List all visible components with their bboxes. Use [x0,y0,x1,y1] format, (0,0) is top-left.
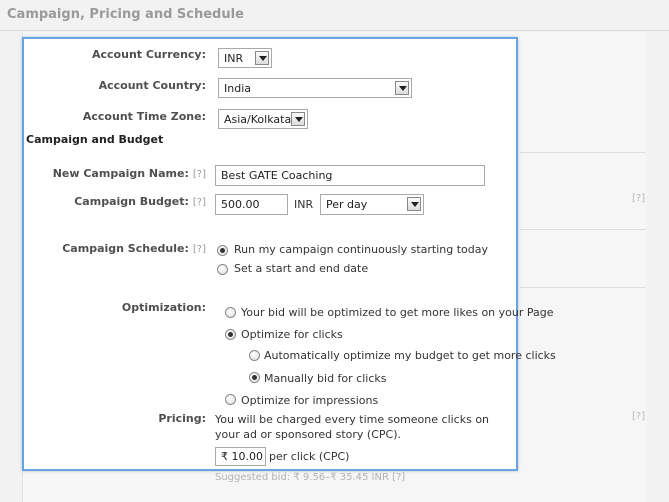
schedule-dates-radio[interactable] [217,264,228,275]
campaign-budget-label-text: Campaign Budget: [74,195,189,208]
campaign-name-label: New Campaign Name: [?] [24,167,206,180]
divider [520,229,646,230]
account-timezone-value: Asia/Kolkata [224,113,292,126]
account-country-label: Account Country: [98,79,206,92]
help-icon[interactable]: [?] [193,169,206,180]
account-currency-label: Account Currency: [92,48,206,61]
suggested-bid: Suggested bid: ₹ 9.56–₹ 35.45 INR [?] [215,472,406,483]
account-country-value: India [224,82,251,95]
page-title: Campaign, Pricing and Schedule [7,7,244,22]
help-icon[interactable]: [?] [193,197,206,208]
optimize-impressions-label[interactable]: Optimize for impressions [241,394,378,407]
optimize-impressions-radio[interactable] [225,394,236,405]
account-currency-select[interactable]: INR [218,48,272,68]
page-header: Campaign, Pricing and Schedule [0,0,669,31]
help-icon[interactable]: [?] [632,193,645,204]
campaign-budget-label: Campaign Budget: [?] [24,195,206,208]
section-title-campaign-budget: Campaign and Budget [26,133,164,146]
optimize-clicks-label[interactable]: Optimize for clicks [241,328,343,341]
account-timezone-select[interactable]: Asia/Kolkata [218,109,308,129]
optimize-likes-radio[interactable] [225,307,236,318]
schedule-continuous-label[interactable]: Run my campaign continuously starting to… [234,243,488,256]
auto-optimize-radio[interactable] [249,350,260,361]
schedule-continuous-radio[interactable] [217,245,228,256]
campaign-settings-dialog: Account Currency: INR Account Country: I… [22,37,556,471]
account-country-select[interactable]: India [218,78,412,98]
divider [520,287,646,288]
bid-unit: per click (CPC) [269,450,350,463]
help-icon[interactable]: [?] [193,244,206,255]
account-currency-value: INR [224,52,244,65]
schedule-dates-label[interactable]: Set a start and end date [234,262,368,275]
pricing-description: You will be charged every time someone c… [215,413,490,441]
optimization-label: Optimization: [121,301,206,314]
campaign-schedule-label-text: Campaign Schedule: [62,242,189,255]
campaign-budget-input[interactable]: 500.00 [215,194,288,215]
pricing-label: Pricing: [158,412,206,425]
budget-period-select[interactable]: Per day [320,194,424,215]
chevron-down-icon [407,197,421,211]
help-icon[interactable]: [?] [632,411,645,422]
bid-amount-input[interactable]: ₹ 10.00 [215,447,266,466]
chevron-down-icon [255,51,269,65]
optimize-likes-label[interactable]: Your bid will be optimized to get more l… [241,306,554,319]
campaign-name-label-text: New Campaign Name: [52,167,189,180]
campaign-schedule-label: Campaign Schedule: [?] [24,242,206,255]
account-timezone-label: Account Time Zone: [82,110,206,123]
divider [520,152,646,153]
optimize-clicks-radio[interactable] [225,329,236,340]
budget-period-value: Per day [326,198,368,211]
budget-currency: INR [294,198,314,211]
manual-bid-label[interactable]: Manually bid for clicks [264,372,386,385]
manual-bid-radio[interactable] [249,372,260,383]
auto-optimize-label[interactable]: Automatically optimize my budget to get … [264,349,556,362]
campaign-name-input[interactable]: Best GATE Coaching [215,165,485,186]
chevron-down-icon [291,112,305,126]
chevron-down-icon [395,81,409,95]
